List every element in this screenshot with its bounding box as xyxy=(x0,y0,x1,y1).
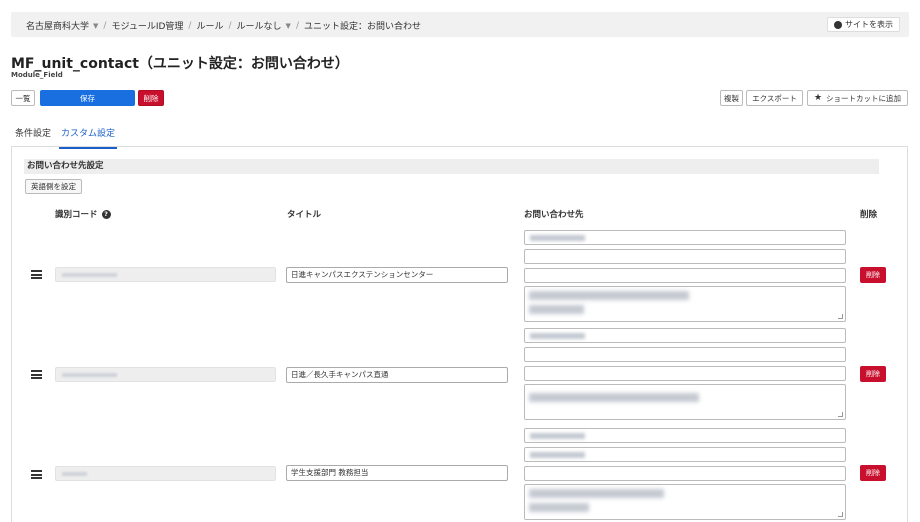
title-field[interactable]: 日進キャンパスエクステンションセンター xyxy=(286,267,508,283)
title-field[interactable]: 日進／長久手キャンパス直通 xyxy=(286,367,508,383)
breadcrumb-separator: / xyxy=(103,20,107,31)
drag-handle-icon[interactable] xyxy=(31,370,42,379)
breadcrumb-item-current: ユニット設定：お問い合わせ xyxy=(303,22,421,32)
view-site-button[interactable]: サイトを表示 xyxy=(827,17,900,32)
row-delete-button[interactable]: 削除 xyxy=(860,465,886,481)
breadcrumb-item-no-rule[interactable]: ルールなし xyxy=(237,19,282,32)
row-delete-button[interactable]: 削除 xyxy=(860,366,886,382)
code-field[interactable] xyxy=(55,267,276,282)
page-title: MF_unit_contact（ユニット設定：お問い合わせ） xyxy=(11,56,349,72)
section-title: お問い合わせ先設定 xyxy=(24,159,879,174)
page-subtitle: Module_Field xyxy=(11,71,63,79)
contact-field[interactable] xyxy=(524,366,846,381)
row-delete-button[interactable]: 削除 xyxy=(860,267,886,283)
tab-condition-settings[interactable]: 条件設定 xyxy=(15,126,51,139)
breadcrumb-item-rule[interactable]: ルール xyxy=(196,19,223,32)
add-shortcut-label: ショートカットに追加 xyxy=(826,93,902,103)
column-header-delete: 削除 xyxy=(860,210,878,220)
breadcrumb-item-module-id[interactable]: モジュールID管理 xyxy=(111,19,183,32)
code-field[interactable] xyxy=(55,466,276,481)
duplicate-button[interactable]: 複製 xyxy=(720,90,743,106)
contact-field[interactable] xyxy=(524,230,846,245)
breadcrumb-separator: / xyxy=(228,20,232,31)
column-header-contact: お問い合わせ先 xyxy=(524,210,584,220)
contact-textarea[interactable] xyxy=(524,286,846,322)
drag-handle-icon[interactable] xyxy=(31,270,42,279)
column-header-title: タイトル xyxy=(287,210,322,220)
breadcrumb-bar: 名古屋商科大学 ▼ / モジュールID管理 / ルール / ルールなし ▼ / … xyxy=(11,12,909,37)
resize-handle-icon[interactable] xyxy=(838,512,843,517)
globe-icon xyxy=(834,20,842,29)
tab-bar: 条件設定 カスタム設定 xyxy=(11,120,908,149)
help-icon[interactable]: ? xyxy=(101,210,111,219)
resize-handle-icon[interactable] xyxy=(838,314,843,319)
column-header-code: 識別コード? xyxy=(55,208,111,220)
chevron-down-icon[interactable]: ▼ xyxy=(286,22,291,30)
resize-handle-icon[interactable] xyxy=(838,412,843,417)
contact-field[interactable] xyxy=(524,268,846,283)
star-icon: ★ xyxy=(813,93,823,103)
breadcrumb-item-site[interactable]: 名古屋商科大学 xyxy=(26,19,89,32)
contact-field[interactable] xyxy=(524,466,846,481)
list-button[interactable]: 一覧 xyxy=(11,90,35,106)
contact-field[interactable] xyxy=(524,249,846,264)
contact-field[interactable] xyxy=(524,447,846,462)
contact-textarea[interactable] xyxy=(524,384,846,420)
drag-handle-icon[interactable] xyxy=(31,470,42,479)
column-header-code-label: 識別コード xyxy=(55,210,98,220)
breadcrumb-separator: / xyxy=(188,20,192,31)
breadcrumb-separator: / xyxy=(295,20,299,31)
delete-button[interactable]: 削除 xyxy=(138,90,164,106)
view-site-label: サイトを表示 xyxy=(845,20,893,29)
save-button[interactable]: 保存 xyxy=(40,90,135,106)
chevron-down-icon[interactable]: ▼ xyxy=(93,22,98,30)
export-button[interactable]: エクスポート xyxy=(746,90,803,106)
contact-textarea[interactable] xyxy=(524,484,846,520)
english-settings-button[interactable]: 英語側を設定 xyxy=(25,179,82,194)
code-field[interactable] xyxy=(55,367,276,382)
title-field[interactable]: 学生支援部門 教務担当 xyxy=(286,465,508,481)
breadcrumb: 名古屋商科大学 ▼ / モジュールID管理 / ルール / ルールなし ▼ / … xyxy=(26,19,421,33)
add-shortcut-button[interactable]: ★ ショートカットに追加 xyxy=(807,90,908,106)
contact-field[interactable] xyxy=(524,347,846,362)
contact-field[interactable] xyxy=(524,428,846,443)
contact-field[interactable] xyxy=(524,328,846,343)
